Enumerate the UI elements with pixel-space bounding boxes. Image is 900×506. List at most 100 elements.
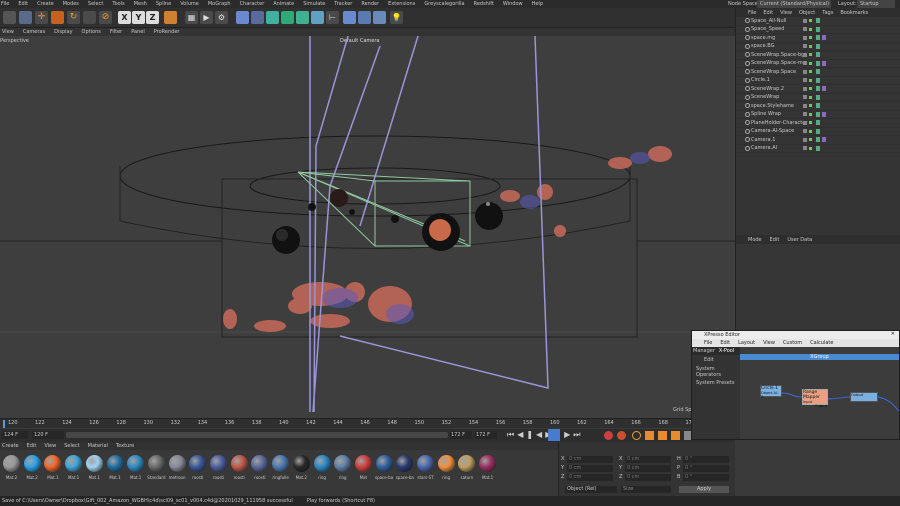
subdivision-icon[interactable] <box>266 11 279 24</box>
object-row[interactable]: PlaneHolder-Character <box>736 119 900 128</box>
end-frame-field[interactable]: 172 F <box>450 431 472 439</box>
coord-value-field[interactable]: 0 ° <box>683 465 729 472</box>
viewport-menu-prorender[interactable]: ProRender <box>154 29 180 35</box>
object-menu-view[interactable]: View <box>780 10 792 16</box>
grid-icon[interactable] <box>358 11 371 24</box>
visibility-toggle-icon[interactable] <box>803 18 807 23</box>
y-axis-icon[interactable]: Y <box>132 11 145 24</box>
material-swatch[interactable]: ring <box>437 455 456 483</box>
move-tool-icon[interactable]: ✛ <box>35 11 48 24</box>
material-swatch[interactable]: Mat.1 <box>43 455 62 483</box>
deformer-icon[interactable] <box>296 11 309 24</box>
coordinate-system-icon[interactable] <box>164 11 177 24</box>
object-row[interactable]: SceneWrap.Space-bg <box>736 51 900 60</box>
material-swatch[interactable]: roosti <box>188 455 207 483</box>
coord-value-field[interactable]: 0 cm <box>567 474 613 481</box>
material-swatch[interactable]: ringfulle <box>271 455 290 483</box>
material-swatch[interactable]: roosti <box>209 455 228 483</box>
select-tool-icon[interactable] <box>19 11 32 24</box>
menu-item-mograph[interactable]: MoGraph <box>208 1 231 7</box>
pool-tree-item[interactable]: System Presets <box>692 380 740 386</box>
scale-tool-icon[interactable] <box>51 11 64 24</box>
xpresso-menu-file[interactable]: File <box>704 340 712 346</box>
material-swatch[interactable]: Mat <box>354 455 373 483</box>
viewport-menu-panel[interactable]: Panel <box>131 29 145 35</box>
material-swatch[interactable]: space-ba <box>395 455 414 483</box>
material-swatch[interactable]: Mat.1 <box>85 455 104 483</box>
max-frame-field[interactable]: 172 F <box>475 431 497 439</box>
enabled-check-icon[interactable] <box>809 87 812 91</box>
recent-tool-icon[interactable] <box>83 11 96 24</box>
material-swatch[interactable]: Mat.1 <box>106 455 125 483</box>
menu-item-mesh[interactable]: Mesh <box>134 1 147 7</box>
visibility-toggle-icon[interactable] <box>803 69 807 74</box>
visibility-toggle-icon[interactable] <box>803 129 807 134</box>
object-row[interactable]: space.mg <box>736 34 900 43</box>
material-swatch[interactable]: Mat.2 <box>2 455 21 483</box>
menu-item-greyscalegorilla[interactable]: Greyscalegorilla <box>424 1 464 7</box>
enabled-check-icon[interactable] <box>809 53 812 57</box>
viewport[interactable]: Perspective Default Camera Grid Spa <box>0 36 735 418</box>
object-menu-object[interactable]: Object <box>799 10 815 16</box>
material-swatch[interactable]: saturn <box>457 455 476 483</box>
xpresso-menu-layout[interactable]: Layout <box>738 340 755 346</box>
enabled-check-icon[interactable] <box>809 27 812 31</box>
coord-value-field[interactable]: 0 cm <box>567 465 613 472</box>
object-tag-icon[interactable] <box>816 26 820 32</box>
layout-dropdown[interactable]: Startup <box>857 0 895 8</box>
object-row[interactable]: SceneWrap.2 <box>736 85 900 94</box>
attribute-menu-edit[interactable]: Edit <box>770 237 780 243</box>
xpresso-menu-view[interactable]: View <box>763 340 775 346</box>
coord-value-field[interactable]: 0 ° <box>683 456 729 463</box>
object-menu-tags[interactable]: Tags <box>822 10 833 16</box>
object-name[interactable]: Camera-Al-Space <box>751 128 794 134</box>
xpresso-canvas[interactable]: XGroup Circle.1 Object Al. 8 Range Mappe… <box>740 347 899 439</box>
enabled-check-icon[interactable] <box>809 129 812 133</box>
menu-item-create[interactable]: Create <box>37 1 54 7</box>
visibility-toggle-icon[interactable] <box>803 27 807 32</box>
viewport-menu-filter[interactable]: Filter <box>110 29 122 35</box>
object-menu-file[interactable]: File <box>748 10 756 16</box>
current-frame-field[interactable]: 124 F <box>2 431 28 439</box>
object-row[interactable]: SceneWrap <box>736 94 900 102</box>
object-name[interactable]: SceneWrap <box>751 94 779 100</box>
object-name[interactable]: SceneWrap.Space-bg <box>751 52 804 58</box>
render-settings-icon[interactable]: ⚙ <box>215 11 228 24</box>
object-tag-icon[interactable] <box>816 52 820 58</box>
object-tag-icon[interactable] <box>816 94 820 100</box>
material-swatch[interactable]: Mat.1 <box>126 455 145 483</box>
timeline-ruler[interactable]: 120 122 124 126 128 130 132 134 136 138 140 142 144 1… <box>0 418 735 428</box>
enabled-check-icon[interactable] <box>809 19 812 23</box>
record-icon[interactable] <box>604 431 613 440</box>
material-tag-icon[interactable] <box>822 111 826 117</box>
material-swatch[interactable]: ring <box>333 455 352 483</box>
visibility-toggle-icon[interactable] <box>803 61 807 66</box>
material-menu-create[interactable]: Create <box>2 443 19 449</box>
environment-icon[interactable] <box>311 11 324 24</box>
visibility-toggle-icon[interactable] <box>803 137 807 142</box>
coord-value-field[interactable]: 0 cm <box>625 456 671 463</box>
enabled-check-icon[interactable] <box>809 36 812 40</box>
attribute-menu-user-data[interactable]: User Data <box>787 237 812 243</box>
object-tag-icon[interactable] <box>816 111 820 117</box>
tab-x-pool[interactable]: X-Pool <box>719 348 734 354</box>
menu-item-character[interactable]: Character <box>240 1 265 7</box>
object-tag-icon[interactable] <box>816 77 820 83</box>
enabled-check-icon[interactable] <box>809 95 812 99</box>
visibility-toggle-icon[interactable] <box>803 86 807 91</box>
object-name[interactable]: space.Stylehame <box>751 103 794 109</box>
material-swatch[interactable]: stars-ST <box>416 455 435 483</box>
menu-item-tracker[interactable]: Tracker <box>334 1 352 7</box>
menu-item-modes[interactable]: Modes <box>63 1 79 7</box>
object-name[interactable]: SceneWrap.2 <box>751 86 784 92</box>
xpresso-menu-custom[interactable]: Custom <box>783 340 802 346</box>
object-name[interactable]: SceneWrap.Space-mg <box>751 60 806 66</box>
object-menu-edit[interactable]: Edit <box>763 10 773 16</box>
tab-manager[interactable]: Manager <box>693 348 715 354</box>
xpresso-menu-edit[interactable]: Edit <box>720 340 730 346</box>
object-row[interactable]: Camera.1 <box>736 136 900 145</box>
undo-icon[interactable] <box>3 11 16 24</box>
material-menu-edit[interactable]: Edit <box>27 443 37 449</box>
enabled-check-icon[interactable] <box>809 112 812 116</box>
menu-item-animate[interactable]: Animate <box>273 1 294 7</box>
